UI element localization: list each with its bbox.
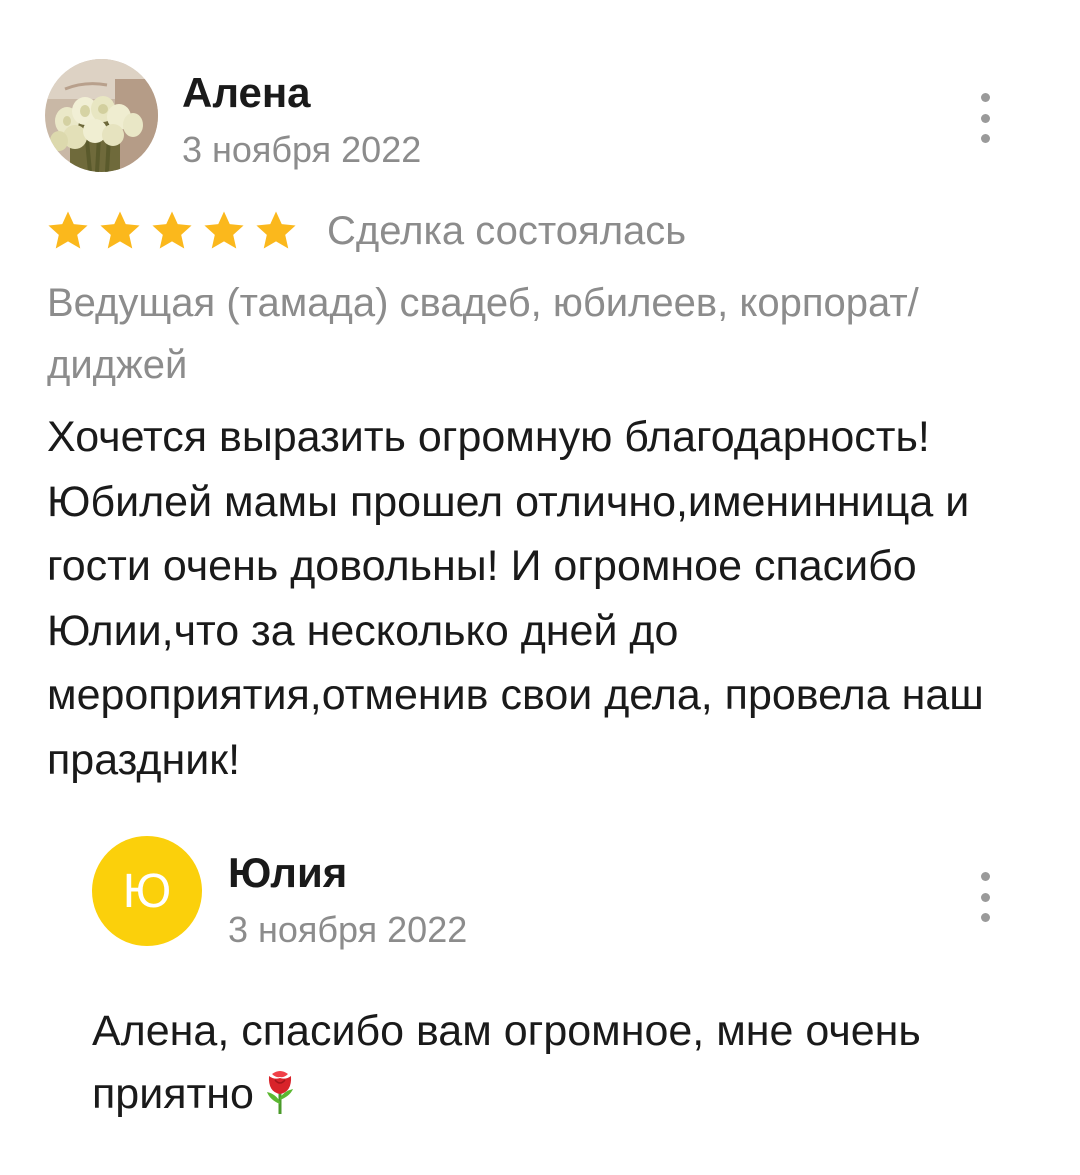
review-text: Хочется выразить огромную благодарность!… xyxy=(47,413,984,784)
deal-status: Сделка состоялась xyxy=(327,209,687,253)
reply-author-name[interactable]: Юлия xyxy=(228,849,347,896)
more-vertical-icon[interactable] xyxy=(975,872,995,922)
reply-avatar[interactable]: Ю xyxy=(92,836,202,946)
reply-avatar-letter: Ю xyxy=(122,864,172,918)
star-icon xyxy=(97,208,143,254)
more-vertical-icon[interactable] xyxy=(975,93,995,143)
reply-text: Алена, спасибо вам огромное, мне очень п… xyxy=(92,1007,921,1118)
reply-date: 3 ноября 2022 xyxy=(228,909,468,950)
author-avatar[interactable] xyxy=(45,59,158,172)
bouquet-photo xyxy=(45,59,158,172)
star-icon xyxy=(253,208,299,254)
review-date: 3 ноября 2022 xyxy=(182,129,422,170)
rating-row: Сделка состоялась xyxy=(45,208,686,254)
star-icon xyxy=(201,208,247,254)
star-icon xyxy=(45,208,91,254)
star-icon xyxy=(149,208,195,254)
service-name[interactable]: Ведущая (тамада) свадеб, юбилеев, корпор… xyxy=(47,272,1007,396)
rose-icon xyxy=(260,1066,300,1116)
reply-text-block: Алена, спасибо вам огромное, мне очень п… xyxy=(92,1000,1042,1126)
author-name[interactable]: Алена xyxy=(182,69,311,116)
